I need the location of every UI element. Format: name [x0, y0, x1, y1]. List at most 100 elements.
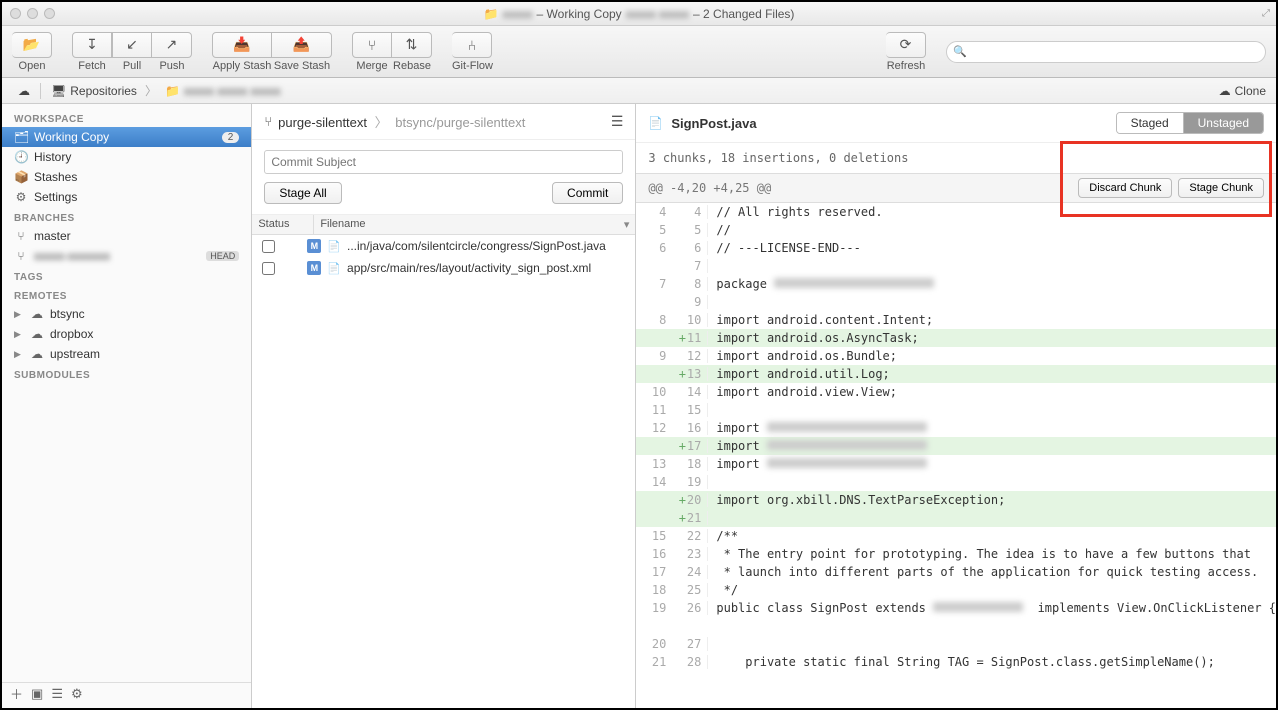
code-line[interactable]: 2128 private static final String TAG = S…	[636, 653, 1276, 671]
sidebar-item-current-branch[interactable]: ⑂ xxxxx-xxxxxxx HEAD	[2, 246, 251, 266]
refresh-button[interactable]: ⟳	[886, 32, 926, 58]
window-title: 📁 xxxxx – Working Copy xxxxx xxxxx – 2 C…	[484, 7, 795, 21]
sidebar-footer: ＋ ▣ ☰ ⚙	[2, 682, 251, 704]
sidebar-item-remote-btsync[interactable]: ▶ ☁ btsync	[2, 304, 251, 324]
code-line[interactable]: 1724 * launch into different parts of th…	[636, 563, 1276, 581]
cloud-icon[interactable]: ☁	[12, 84, 36, 98]
search-input[interactable]	[946, 41, 1266, 63]
code-line[interactable]: 1419	[636, 473, 1276, 491]
repositories-crumb[interactable]: 🖥 Repositories	[45, 84, 143, 98]
sidebar-item-master[interactable]: ⑂ master	[2, 226, 251, 246]
commit-button[interactable]: Commit	[552, 182, 623, 204]
code-line[interactable]: 11import android.os.AsyncTask;	[636, 329, 1276, 347]
clone-button[interactable]: ☁ Clone	[1219, 84, 1266, 98]
column-status[interactable]: Status	[252, 215, 314, 234]
pull-button[interactable]: ↙	[112, 32, 152, 58]
file-checkbox[interactable]	[262, 240, 275, 253]
column-filename[interactable]: Filename▾	[314, 215, 635, 234]
merge-button[interactable]: ⑂	[352, 32, 392, 58]
discard-chunk-button[interactable]: Discard Chunk	[1078, 178, 1172, 198]
code-line[interactable]: 9	[636, 293, 1276, 311]
branch-icon: ⑂	[14, 229, 28, 243]
staged-tab[interactable]: Staged	[1117, 113, 1183, 133]
chunk-summary: 3 chunks, 18 insertions, 0 deletions	[636, 143, 1276, 173]
folder-icon: 📁	[484, 7, 499, 21]
terminal-icon[interactable]: ▣	[31, 686, 43, 702]
code-line[interactable]: 912import android.os.Bundle;	[636, 347, 1276, 365]
code-line[interactable]: 1623 * The entry point for prototyping. …	[636, 545, 1276, 563]
push-button[interactable]: ↗	[152, 32, 192, 58]
branch-icon: ⑂	[264, 114, 272, 129]
code-line[interactable]: 20import org.xbill.DNS.TextParseExceptio…	[636, 491, 1276, 509]
menu-icon[interactable]: ☰	[611, 113, 624, 130]
remote-icon: ☁	[30, 307, 44, 321]
code-line[interactable]: 13import android.util.Log;	[636, 365, 1276, 383]
code-line[interactable]: 66// ---LICENSE-END---	[636, 239, 1276, 257]
apply-stash-button[interactable]: 📥	[212, 32, 272, 58]
sidebar-item-settings[interactable]: ⚙ Settings	[2, 187, 251, 207]
file-row[interactable]: M 📄 app/src/main/res/layout/activity_sig…	[252, 257, 635, 279]
minimize-window-button[interactable]	[27, 8, 38, 19]
file-row[interactable]: M 📄 ...in/java/com/silentcircle/congress…	[252, 235, 635, 257]
change-count-badge: 2	[222, 132, 240, 143]
file-path: ...in/java/com/silentcircle/congress/Sig…	[347, 239, 606, 253]
open-label: Open	[19, 60, 46, 72]
branch-icon: ⑂	[14, 249, 28, 263]
code-line[interactable]: 1825 */	[636, 581, 1276, 599]
close-window-button[interactable]	[10, 8, 21, 19]
code-line[interactable]: 21	[636, 509, 1276, 527]
add-icon[interactable]: ＋	[10, 684, 23, 703]
gitflow-label: Git-Flow	[452, 60, 493, 72]
commit-panel: ⑂ purge-silenttext 〉 btsync/purge-silent…	[252, 104, 636, 708]
open-button[interactable]: 📂	[12, 32, 52, 58]
gitflow-button[interactable]: ⑃	[452, 32, 492, 58]
code-line[interactable]: 1115	[636, 401, 1276, 419]
code-line[interactable]: 2027	[636, 635, 1276, 653]
code-line[interactable]: 17import	[636, 437, 1276, 455]
stage-chunk-button[interactable]: Stage Chunk	[1178, 178, 1264, 198]
tags-header: TAGS	[2, 266, 251, 285]
zoom-window-button[interactable]	[44, 8, 55, 19]
refresh-label: Refresh	[887, 60, 926, 72]
file-checkbox[interactable]	[262, 262, 275, 275]
code-line[interactable]: 7	[636, 257, 1276, 275]
hunk-header: @@ -4,20 +4,25 @@ Discard Chunk Stage Ch…	[636, 173, 1276, 203]
file-icon: 📄	[327, 240, 341, 253]
settings-gear-icon[interactable]: ⚙	[71, 686, 83, 702]
list-icon[interactable]: ☰	[51, 686, 63, 702]
sidebar-item-remote-upstream[interactable]: ▶ ☁ upstream	[2, 344, 251, 364]
diff-filename: SignPost.java	[671, 116, 756, 131]
code-line[interactable]: 810import android.content.Intent;	[636, 311, 1276, 329]
code-line[interactable]	[636, 617, 1276, 635]
code-line[interactable]: 78package	[636, 275, 1276, 293]
code-line[interactable]: 1522/**	[636, 527, 1276, 545]
sidebar-item-stashes[interactable]: 📦 Stashes	[2, 167, 251, 187]
commit-subject-input[interactable]	[264, 150, 623, 174]
chevron-down-icon[interactable]: ▾	[624, 218, 630, 231]
unstaged-tab[interactable]: Unstaged	[1183, 113, 1263, 133]
rebase-button[interactable]: ⇅	[392, 32, 432, 58]
code-line[interactable]: 1926public class SignPost extends implem…	[636, 599, 1276, 617]
code-line[interactable]: 55//	[636, 221, 1276, 239]
fetch-button[interactable]: ↧	[72, 32, 112, 58]
staged-unstaged-toggle[interactable]: Staged Unstaged	[1116, 112, 1264, 134]
save-stash-button[interactable]: 📤	[272, 32, 332, 58]
code-view[interactable]: 44// All rights reserved.55//66// ---LIC…	[636, 203, 1276, 708]
head-badge: HEAD	[206, 251, 239, 261]
stage-all-button[interactable]: Stage All	[264, 182, 341, 204]
code-line[interactable]: 1216import	[636, 419, 1276, 437]
modified-badge: M	[307, 261, 321, 275]
expand-icon[interactable]: ⤢	[1262, 8, 1270, 19]
file-icon: 📄	[648, 116, 663, 130]
code-line[interactable]: 44// All rights reserved.	[636, 203, 1276, 221]
file-path: app/src/main/res/layout/activity_sign_po…	[347, 261, 591, 275]
code-line[interactable]: 1318import	[636, 455, 1276, 473]
remote-icon: ☁	[30, 347, 44, 361]
sidebar: WORKSPACE 🗂 Working Copy 2 🕘 History 📦 S…	[2, 104, 252, 708]
remotes-header: REMOTES	[2, 285, 251, 304]
sidebar-item-remote-dropbox[interactable]: ▶ ☁ dropbox	[2, 324, 251, 344]
code-line[interactable]: 1014import android.view.View;	[636, 383, 1276, 401]
sidebar-item-history[interactable]: 🕘 History	[2, 147, 251, 167]
sidebar-item-working-copy[interactable]: 🗂 Working Copy 2	[2, 127, 251, 147]
repo-crumb[interactable]: 📁 xxxxx xxxxx xxxxx	[159, 84, 287, 98]
